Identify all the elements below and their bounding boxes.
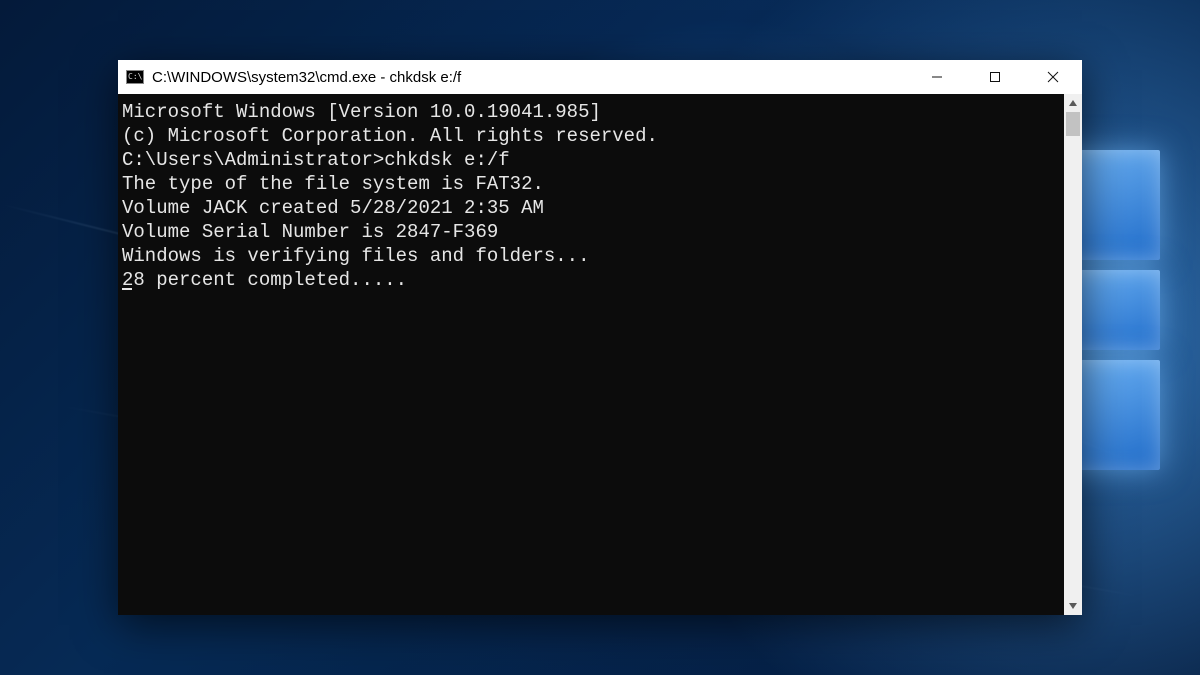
- vertical-scrollbar[interactable]: [1064, 94, 1082, 615]
- terminal-line: The type of the file system is FAT32.: [122, 172, 1064, 196]
- scroll-track[interactable]: [1064, 112, 1082, 597]
- terminal-line: Windows is verifying files and folders..…: [122, 244, 1064, 268]
- terminal-line: 28 percent completed.....: [122, 268, 1064, 292]
- terminal-output[interactable]: Microsoft Windows [Version 10.0.19041.98…: [118, 94, 1064, 615]
- scroll-up-arrow-icon[interactable]: [1064, 94, 1082, 112]
- window-title: C:\WINDOWS\system32\cmd.exe - chkdsk e:/…: [152, 69, 461, 86]
- cmd-icon: [126, 70, 144, 84]
- scroll-down-arrow-icon[interactable]: [1064, 597, 1082, 615]
- terminal-line: Volume JACK created 5/28/2021 2:35 AM: [122, 196, 1064, 220]
- scroll-thumb[interactable]: [1066, 112, 1080, 136]
- terminal-line: (c) Microsoft Corporation. All rights re…: [122, 124, 1064, 148]
- titlebar[interactable]: C:\WINDOWS\system32\cmd.exe - chkdsk e:/…: [118, 60, 1082, 94]
- terminal-line: C:\Users\Administrator>chkdsk e:/f: [122, 148, 1064, 172]
- cmd-window: C:\WINDOWS\system32\cmd.exe - chkdsk e:/…: [118, 60, 1082, 615]
- terminal-line: Microsoft Windows [Version 10.0.19041.98…: [122, 100, 1064, 124]
- terminal-line: Volume Serial Number is 2847-F369: [122, 220, 1064, 244]
- close-button[interactable]: [1024, 60, 1082, 94]
- client-area: Microsoft Windows [Version 10.0.19041.98…: [118, 94, 1082, 615]
- maximize-button[interactable]: [966, 60, 1024, 94]
- minimize-button[interactable]: [908, 60, 966, 94]
